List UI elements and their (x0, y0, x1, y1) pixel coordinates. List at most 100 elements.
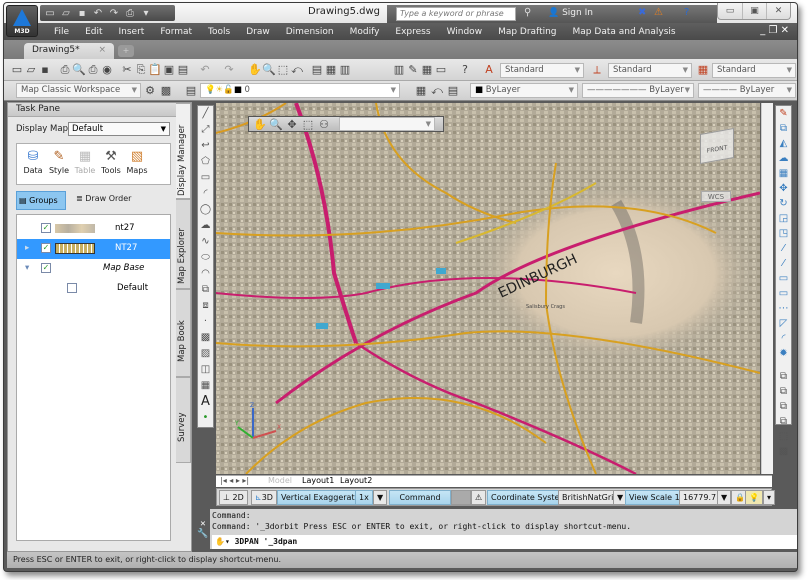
sign-in-button[interactable]: 👤 Sign In (548, 8, 593, 18)
offset-icon[interactable]: ☁ (776, 151, 791, 166)
plot-icon[interactable]: ⎙ (58, 63, 72, 77)
tab-layout2[interactable]: Layout2 (340, 476, 372, 485)
layer-properties-icon[interactable]: ▤ (184, 84, 198, 97)
draw-order-above-icon[interactable]: ⧉ (776, 399, 791, 414)
open-icon[interactable]: ▱ (24, 63, 38, 76)
help-icon[interactable]: ? (684, 7, 689, 18)
vertical-scrollbar[interactable] (761, 103, 773, 474)
redo-icon[interactable]: ↷ (108, 8, 120, 19)
lineweight-select[interactable]: ———— ByLayer ▼ (698, 83, 796, 98)
layer-row[interactable]: Default (17, 279, 170, 299)
visibility-checkbox[interactable]: ✓ (41, 243, 51, 253)
publish-icon[interactable]: ⎙ (86, 63, 100, 77)
binoculars-icon[interactable]: ⚲ (524, 7, 531, 18)
layout-nav-buttons[interactable]: |◂ ◂ ▸ ▸| (220, 476, 249, 485)
new-icon[interactable]: ▭ (44, 8, 56, 19)
properties-icon[interactable]: ▤ (310, 63, 324, 76)
point-icon[interactable]: · (198, 314, 213, 330)
chamfer-icon[interactable]: ◸ (776, 316, 791, 331)
layer-group-row[interactable]: ▾ ✓ Map Base (17, 259, 170, 279)
redo-icon[interactable]: ↷ (222, 63, 236, 76)
tab-map-book[interactable]: Map Book (176, 289, 191, 377)
pan-icon[interactable]: ✋ (248, 63, 262, 76)
layer-row-selected[interactable]: ▸ ✓ NT27 (17, 239, 170, 259)
plot-icon[interactable]: ⎙ (124, 8, 136, 19)
hatch-to-back-icon[interactable]: ▩ (776, 444, 791, 459)
make-current-icon[interactable]: ▦ (414, 84, 428, 97)
hatch-icon[interactable]: ▩ (198, 330, 213, 346)
undo-icon[interactable]: ↶ (198, 63, 212, 76)
draw-order-front-icon[interactable]: ⧉ (776, 369, 791, 384)
block-editor-icon[interactable]: ▤ (176, 63, 190, 76)
qat-dropdown-icon[interactable]: ▾ (140, 8, 152, 19)
calculator-icon[interactable]: ▭ (434, 63, 448, 76)
tools-button[interactable]: ⚒ Tools (98, 148, 124, 175)
clean-screen-icon[interactable]: ▩ (159, 84, 173, 97)
workspace-settings-icon[interactable]: ⚙ (143, 84, 157, 97)
3d-button[interactable]: ⊾3D (251, 490, 277, 505)
help-icon[interactable]: ? (458, 63, 472, 76)
menu-modify[interactable]: Modify (342, 27, 388, 37)
scale-icon[interactable]: ◲ (776, 211, 791, 226)
wcs-menu[interactable]: WCS (701, 191, 731, 202)
layer-previous-icon[interactable]: ⤺ (430, 84, 444, 98)
data-button[interactable]: ⛁ Data (20, 148, 46, 175)
zoom-realtime-icon[interactable]: 🔍 (262, 63, 276, 76)
menu-draw[interactable]: Draw (238, 27, 278, 37)
workspace-select[interactable]: Map Classic Workspace ▼ (16, 83, 141, 98)
warning-icon[interactable]: ⚠ (471, 490, 487, 505)
move-icon[interactable]: ✥ (776, 181, 791, 196)
customize-icon[interactable]: 🔧 (196, 529, 210, 539)
markup-icon[interactable]: ✎ (406, 63, 420, 76)
close-command-icon[interactable]: ✕ (196, 519, 210, 529)
spline-icon[interactable]: ∿ (198, 234, 213, 250)
menu-express[interactable]: Express (387, 27, 438, 37)
document-window-controls[interactable]: _ ❐ ✕ (760, 25, 789, 36)
vertical-exaggeration-value[interactable]: 1x (355, 490, 373, 505)
tab-layout1[interactable]: Layout1 (302, 476, 334, 485)
mirror-icon[interactable]: ◭ (776, 136, 791, 151)
text-style-icon[interactable]: A (482, 63, 496, 76)
tool-palettes-icon[interactable]: ▥ (338, 63, 352, 76)
save-icon[interactable]: ▪ (76, 8, 88, 19)
cut-icon[interactable]: ✂ (120, 63, 134, 76)
array-icon[interactable]: ▦ (776, 166, 791, 181)
task-pane-title[interactable]: Task Pane (8, 103, 191, 117)
minimize-button[interactable]: ▭ (718, 3, 742, 19)
design-center-icon[interactable]: ▦ (324, 63, 338, 76)
pan-icon[interactable]: ✋ (253, 118, 267, 131)
draw-order-under-icon[interactable]: ⧉ (776, 414, 791, 429)
region-icon[interactable]: ◫ (198, 362, 213, 378)
close-button[interactable]: ✕ (766, 3, 790, 19)
menu-dimension[interactable]: Dimension (278, 27, 342, 37)
table-icon[interactable]: ▦ (198, 378, 213, 394)
zoom-icon[interactable]: 🔍 (269, 118, 283, 131)
line-icon[interactable]: ╱ (198, 106, 213, 122)
menu-insert[interactable]: Insert (111, 27, 153, 37)
layer-states-icon[interactable]: ▤ (446, 84, 460, 97)
multiline-text-icon[interactable]: A (198, 394, 213, 410)
menu-map-drafting[interactable]: Map Drafting (490, 27, 564, 37)
copy-icon[interactable]: ⎘ (134, 63, 148, 77)
search-input[interactable]: Type a keyword or phrase (396, 7, 516, 21)
exchange-icon[interactable]: ✖ (638, 7, 646, 18)
application-menu-button[interactable]: M3D (6, 5, 38, 37)
erase-icon[interactable]: ✎ (776, 106, 791, 121)
visibility-checkbox[interactable]: ✓ (41, 263, 51, 273)
collapse-arrow-icon[interactable]: ▾ (25, 263, 29, 273)
join-icon[interactable]: ⋯ (776, 301, 791, 316)
ellipse-arc-icon[interactable]: ◠ (198, 266, 213, 282)
menu-format[interactable]: Format (152, 27, 200, 37)
open-icon[interactable]: ▱ (60, 8, 72, 19)
sheet-set-icon[interactable]: ▥ (392, 63, 406, 76)
quickcalc-icon[interactable]: ▦ (420, 63, 434, 76)
tab-survey[interactable]: Survey (176, 377, 191, 463)
color-select[interactable]: ■ ByLayer ▼ (470, 83, 578, 98)
add-selected-icon[interactable]: • (198, 410, 213, 426)
break-icon[interactable]: ▭ (776, 286, 791, 301)
maximize-button[interactable]: ▣ (742, 3, 766, 19)
fillet-icon[interactable]: ◜ (776, 331, 791, 346)
2d-button[interactable]: ⊥ 2D (219, 490, 248, 505)
walk-icon[interactable]: ⚇ (317, 118, 331, 131)
style-button[interactable]: ✎ Style (46, 148, 72, 175)
